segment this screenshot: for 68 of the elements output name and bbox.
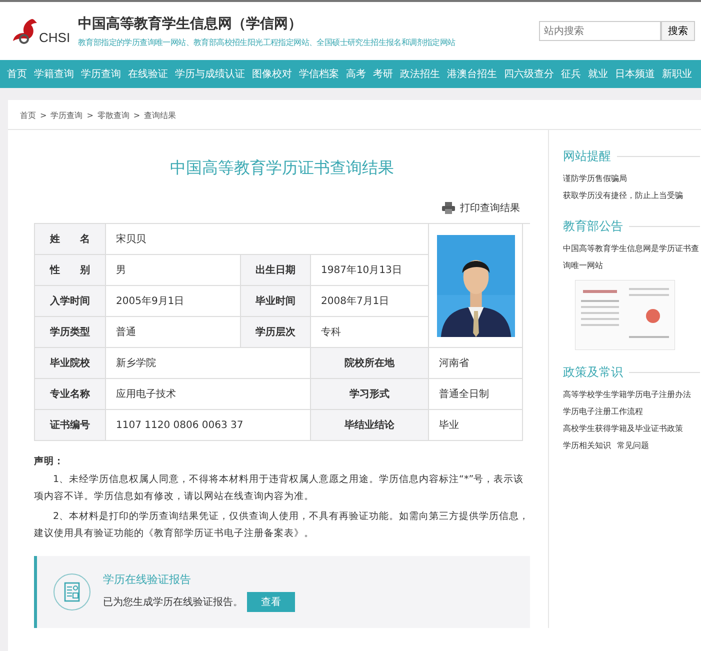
field-label: 学历层次: [241, 317, 311, 348]
nav-link[interactable]: 港澳台招生: [447, 67, 497, 81]
bird-logo-icon: [12, 17, 38, 45]
site-title: 中国高等教育学生信息网（学信网）: [78, 14, 303, 32]
statement-heading: 声明：: [34, 455, 65, 468]
page-title: 中国高等教育学历证书查询结果: [169, 158, 395, 179]
logo-text: CHSI: [39, 30, 70, 45]
search-field[interactable]: 站内搜索: [539, 21, 661, 41]
breadcrumb-link[interactable]: 零散查询: [97, 110, 130, 121]
field-label: 院校所在地: [311, 348, 429, 379]
breadcrumb-separator: >: [86, 111, 94, 120]
statement-paragraph: 2、本材料是打印的学历查询结果凭证，仅供查询人使用，不具有再验证功能。如需向第三方提供学历信息，建议使用具有验证功能的《教育部学历证书电子注册备案表》。: [34, 510, 530, 541]
report-title: 学历在线验证报告: [103, 572, 192, 587]
field-value: 1987年10月13日: [311, 255, 429, 286]
nav-link[interactable]: 学信档案: [299, 67, 339, 81]
section-heading: 教育部公告: [563, 218, 623, 235]
field-label: 毕结业结论: [311, 410, 429, 441]
breadcrumb-link[interactable]: 学历查询: [50, 110, 83, 121]
breadcrumb-separator: >: [133, 111, 140, 120]
printer-icon: [442, 202, 455, 214]
field-label: 学历类型: [35, 317, 106, 348]
field-value: 河南省: [429, 348, 523, 379]
field-label: 毕业院校: [35, 348, 106, 379]
view-button[interactable]: 查看: [247, 592, 295, 612]
nav-link[interactable]: 政法招生: [400, 67, 440, 81]
nav-link[interactable]: 考研: [373, 67, 393, 81]
report-document-icon: [53, 573, 91, 611]
sidebar-link[interactable]: 谨防学历售假骗局: [563, 170, 700, 187]
sidebar-link[interactable]: 学历相关知识: [563, 437, 611, 454]
statement-paragraph: 1、未经学历信息权属人同意，不得将本材料用于违背权属人意愿之用途。学历信息内容标注“*”号，表示该项内容不详。学历信息如有修改，请以网站在线查询内容为准。: [34, 473, 525, 504]
section-heading: 政策及常识: [563, 364, 623, 381]
nav-link[interactable]: 就业: [588, 67, 608, 81]
nav-link[interactable]: 四六级查分: [504, 67, 554, 81]
search-button[interactable]: 搜索: [661, 21, 695, 41]
sidebar-link[interactable]: 高等学校学生学籍学历电子注册办法: [563, 386, 700, 403]
field-label: 入学时间: [35, 286, 106, 317]
nav-link[interactable]: 学历查询: [81, 67, 121, 81]
field-label: 毕业时间: [241, 286, 311, 317]
section-heading: 网站提醒: [563, 148, 611, 165]
field-label: 证书编号: [35, 410, 106, 441]
report-message: 已为您生成学历在线验证报告。: [103, 596, 243, 609]
nav-link[interactable]: 征兵: [561, 67, 581, 81]
nav-link[interactable]: 学历与成绩认证: [175, 67, 245, 81]
field-value: 普通全日制: [429, 379, 523, 410]
nav-link[interactable]: 学籍查询: [34, 67, 74, 81]
nav-link[interactable]: 图像校对: [252, 67, 292, 81]
nav-link[interactable]: 在线验证: [128, 67, 168, 81]
nav-link[interactable]: 首页: [7, 67, 27, 81]
nav-link[interactable]: 新职业: [662, 67, 692, 81]
field-label: 姓 名: [35, 224, 106, 255]
field-label: 学习形式: [311, 379, 429, 410]
sidebar-link[interactable]: 常见问题: [617, 437, 649, 454]
nav-link[interactable]: 高考: [346, 67, 366, 81]
breadcrumb-separator: >: [40, 111, 47, 120]
field-label: 出生日期: [241, 255, 311, 286]
sidebar-link[interactable]: 高校学生获得学籍及毕业证书政策: [563, 420, 700, 437]
sidebar-link[interactable]: 获取学历没有捷径，防止上当受骗: [563, 187, 700, 204]
field-label: 性 别: [35, 255, 106, 286]
sidebar-link[interactable]: 中国高等教育学生信息网是学历证书查询唯一网站: [563, 240, 700, 274]
breadcrumb-link[interactable]: 首页: [20, 110, 36, 121]
breadcrumb-link[interactable]: 查询结果: [144, 110, 176, 121]
field-label: 专业名称: [35, 379, 106, 410]
print-link[interactable]: 打印查询结果: [460, 201, 520, 215]
tagline: 教育部指定的学历查询唯一网站、教育部高校招生阳光工程指定网站、全国硕士研究生招生报名和调剂指定网站: [78, 36, 456, 48]
field-value: 2008年7月1日: [311, 286, 429, 317]
nav-link[interactable]: 日本频道: [615, 67, 655, 81]
sidebar-link[interactable]: 学历电子注册工作流程: [563, 403, 700, 420]
field-value: 毕业: [429, 410, 523, 441]
